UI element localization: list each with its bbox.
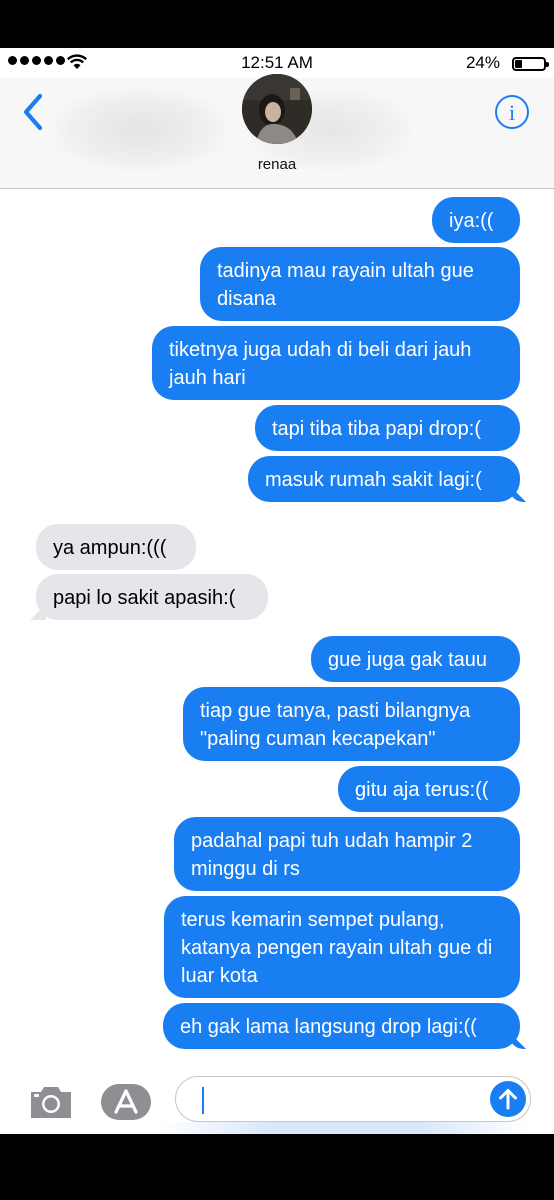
sent-message[interactable]: eh gak lama langsung drop lagi:(( [163,1003,520,1049]
app-store-icon[interactable] [100,1082,152,1122]
message-thread[interactable]: iya:(( tadinya mau rayain ultah gue disa… [0,190,554,1056]
sent-message[interactable]: iya:(( [432,197,520,243]
contact-name[interactable]: renaa [0,156,554,173]
sent-message[interactable]: tiketnya juga udah di beli dari jauh jau… [152,326,520,400]
message-input[interactable] [175,1076,531,1122]
received-message[interactable]: ya ampun:((( [36,524,196,570]
sent-message[interactable]: gitu aja terus:(( [338,766,520,812]
send-arrow-up-icon[interactable] [490,1081,526,1117]
back-chevron-icon[interactable] [18,92,48,132]
sent-message[interactable]: masuk rumah sakit lagi:( [248,456,520,502]
svg-text:i: i [509,100,515,125]
top-black-bar [0,0,554,48]
info-icon[interactable]: i [494,94,530,130]
received-message[interactable]: papi lo sakit apasih:( [36,574,268,620]
sent-message[interactable]: tapi tiba tiba papi drop:( [255,405,520,451]
battery-percent: 24% [465,53,500,72]
contact-avatar[interactable] [242,74,312,144]
compose-bar [0,1066,554,1136]
bottom-black-bar [0,1134,554,1200]
camera-icon[interactable] [28,1082,74,1122]
sent-message[interactable]: padahal papi tuh udah hampir 2 minggu di… [174,817,520,891]
text-caret [202,1087,204,1114]
sent-message[interactable]: tadinya mau rayain ultah gue disana [200,247,520,321]
sent-message[interactable]: terus kemarin sempet pulang, katanya pen… [164,896,520,998]
battery-icon [512,57,549,71]
conversation-header: renaa i [0,74,554,189]
sent-message[interactable]: gue juga gak tauu [311,636,520,682]
sent-message[interactable]: tiap gue tanya, pasti bilangnya "paling … [183,687,520,761]
